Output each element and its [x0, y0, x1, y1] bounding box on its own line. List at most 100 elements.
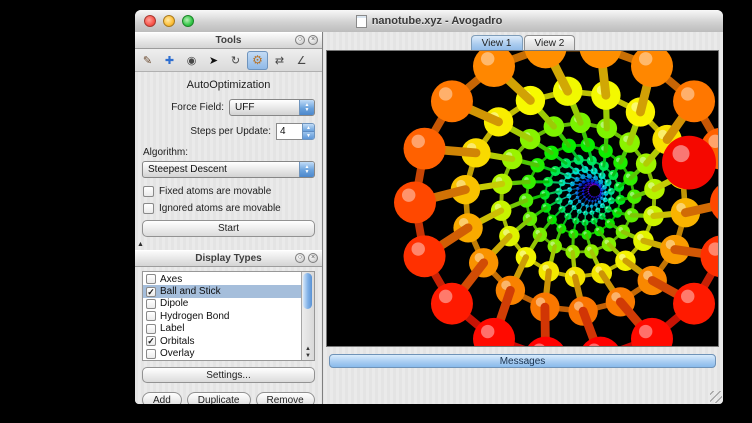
display-types-buttons: ○ × [295, 253, 318, 263]
tools-panel-buttons: ○ × [295, 35, 318, 45]
auto-rotate-tool-icon: ⇄ [275, 54, 284, 67]
algorithm-select[interactable]: Steepest Descent ▲▼ [142, 161, 315, 178]
bond-centric-tool-button[interactable]: ◉ [181, 51, 202, 70]
tools-panel: Tools ○ × ✎ ✚ ◉ ➤ ↻ ⚙ ⇄ ∠ A [135, 32, 322, 241]
stepper-up-icon[interactable]: ▲ [303, 124, 314, 131]
display-types-header[interactable]: Display Types ○ × [135, 250, 322, 267]
messages-button[interactable]: Messages [329, 354, 716, 368]
auto-optimization-title: AutoOptimization [142, 79, 315, 91]
stepper-down-icon[interactable]: ▼ [303, 131, 314, 139]
tools-panel-header[interactable]: Tools ○ × [135, 32, 322, 49]
auto-optimization-settings: AutoOptimization Force Field: UFF ▲▼ Ste… [135, 72, 322, 241]
tools-close-button[interactable]: × [308, 35, 318, 45]
desktop: { "window": { "title": "nanotube.xyz - A… [0, 0, 752, 423]
document-icon [356, 15, 367, 28]
display-type-row-ball-and-stick[interactable]: ✓ Ball and Stick [143, 285, 302, 297]
zoom-window-button[interactable] [182, 15, 194, 27]
display-types-rows: Axes ✓ Ball and Stick Dipole Hydrogen Bon… [143, 273, 302, 360]
settings-button[interactable]: Settings... [142, 367, 315, 383]
display-close-button[interactable]: × [308, 253, 318, 263]
ignored-atoms-movable-row: Ignored atoms are movable [143, 203, 315, 214]
close-window-button[interactable] [144, 15, 156, 27]
manipulate-tool-icon: ↻ [231, 54, 240, 67]
list-scrollbar[interactable]: ▲▼ [301, 272, 314, 360]
label-checkbox[interactable] [146, 324, 156, 334]
nanotube-render [327, 51, 718, 346]
tools-float-button[interactable]: ○ [295, 35, 305, 45]
display-type-row-overlay[interactable]: Overlay [143, 347, 302, 359]
row-label: Label [160, 323, 184, 334]
ignored-atoms-movable-checkbox[interactable] [143, 203, 154, 214]
display-type-row-dipole[interactable]: Dipole [143, 298, 302, 310]
display-types-body: Axes ✓ Ball and Stick Dipole Hydrogen Bon… [135, 267, 322, 404]
display-types-title: Display Types [195, 253, 262, 264]
viewport-3d[interactable] [326, 50, 719, 347]
title-area: nanotube.xyz - Avogadro [356, 15, 503, 28]
scrollbar-arrows-icon[interactable]: ▲▼ [302, 346, 314, 360]
axes-checkbox[interactable] [146, 274, 156, 284]
display-type-row-orbitals[interactable]: ✓ Orbitals [143, 335, 302, 347]
selection-tool-button[interactable]: ➤ [203, 51, 224, 70]
navigate-tool-button[interactable]: ✚ [159, 51, 180, 70]
remove-button[interactable]: Remove [256, 392, 315, 404]
row-label: Hydrogen Bond [160, 311, 230, 322]
scrollbar-thumb[interactable] [303, 273, 312, 309]
row-label: Orbitals [160, 336, 194, 347]
display-type-row-hydrogen-bond[interactable]: Hydrogen Bond [143, 310, 302, 322]
traffic-lights [144, 15, 194, 27]
force-field-row: Force Field: UFF ▲▼ [142, 99, 315, 116]
add-button[interactable]: Add [142, 392, 182, 404]
minimize-window-button[interactable] [163, 15, 175, 27]
steps-per-update-label: Steps per Update: [190, 126, 271, 137]
display-float-button[interactable]: ○ [295, 253, 305, 263]
avogadro-window: nanotube.xyz - Avogadro Tools ○ × ✎ ✚ ◉ [135, 10, 723, 404]
ball-and-stick-checkbox[interactable]: ✓ [146, 287, 156, 297]
ignored-atoms-movable-label: Ignored atoms are movable [159, 203, 281, 214]
dipole-checkbox[interactable] [146, 299, 156, 309]
force-field-label: Force Field: [171, 102, 224, 113]
navigate-tool-icon: ✚ [165, 54, 174, 67]
display-types-panel: ▲ Display Types ○ × Axes ✓Ball and Stick… [135, 250, 322, 404]
row-label: Dipole [160, 298, 188, 309]
combo-arrows-icon: ▲▼ [299, 100, 314, 115]
resize-grip-icon[interactable] [710, 391, 722, 403]
orbitals-checkbox[interactable]: ✓ [146, 336, 156, 346]
start-button[interactable]: Start [142, 220, 315, 237]
draw-tool-button[interactable]: ✎ [137, 51, 158, 70]
collapse-arrow-icon[interactable]: ▲ [137, 241, 144, 248]
steps-per-update-input[interactable] [276, 123, 302, 140]
auto-optimize-tool-button[interactable]: ⚙ [247, 51, 268, 70]
overlay-checkbox[interactable] [146, 349, 156, 359]
display-type-row-axes[interactable]: Axes [143, 273, 302, 285]
window-content: Tools ○ × ✎ ✚ ◉ ➤ ↻ ⚙ ⇄ ∠ A [135, 32, 723, 404]
fixed-atoms-movable-label: Fixed atoms are movable [159, 186, 271, 197]
steps-per-update-row: Steps per Update: ▲ ▼ [142, 123, 315, 140]
display-actions-row: Add Duplicate Remove [142, 392, 315, 404]
hydrogen-bond-checkbox[interactable] [146, 311, 156, 321]
tab-view-1[interactable]: View 1 [471, 35, 523, 50]
tab-view-2[interactable]: View 2 [524, 35, 576, 50]
bond-centric-tool-icon: ◉ [187, 54, 197, 67]
row-label: Overlay [160, 348, 194, 359]
steps-per-update-spinner: ▲ ▼ [276, 123, 315, 140]
measure-tool-icon: ∠ [297, 54, 307, 67]
display-types-list: Axes ✓ Ball and Stick Dipole Hydrogen Bon… [142, 271, 315, 361]
manipulate-tool-button[interactable]: ↻ [225, 51, 246, 70]
duplicate-button[interactable]: Duplicate [187, 392, 251, 404]
steps-stepper: ▲ ▼ [302, 123, 315, 140]
fixed-atoms-movable-row: Fixed atoms are movable [143, 186, 315, 197]
measure-tool-button[interactable]: ∠ [291, 51, 312, 70]
draw-tool-icon: ✎ [143, 54, 152, 67]
force-field-select[interactable]: UFF ▲▼ [229, 99, 315, 116]
selection-tool-icon: ➤ [209, 54, 218, 67]
dock-column: Tools ○ × ✎ ✚ ◉ ➤ ↻ ⚙ ⇄ ∠ A [135, 32, 323, 404]
combo-arrows-icon: ▲▼ [299, 162, 314, 177]
display-type-row-label[interactable]: Label [143, 323, 302, 335]
view-tabbar: View 1 View 2 [323, 34, 723, 50]
window-titlebar[interactable]: nanotube.xyz - Avogadro [135, 10, 723, 33]
force-field-value: UFF [230, 102, 299, 113]
row-label: Ball and Stick [160, 286, 221, 297]
auto-rotate-tool-button[interactable]: ⇄ [269, 51, 290, 70]
fixed-atoms-movable-checkbox[interactable] [143, 186, 154, 197]
view-pane: View 1 View 2 Messages [323, 32, 723, 404]
